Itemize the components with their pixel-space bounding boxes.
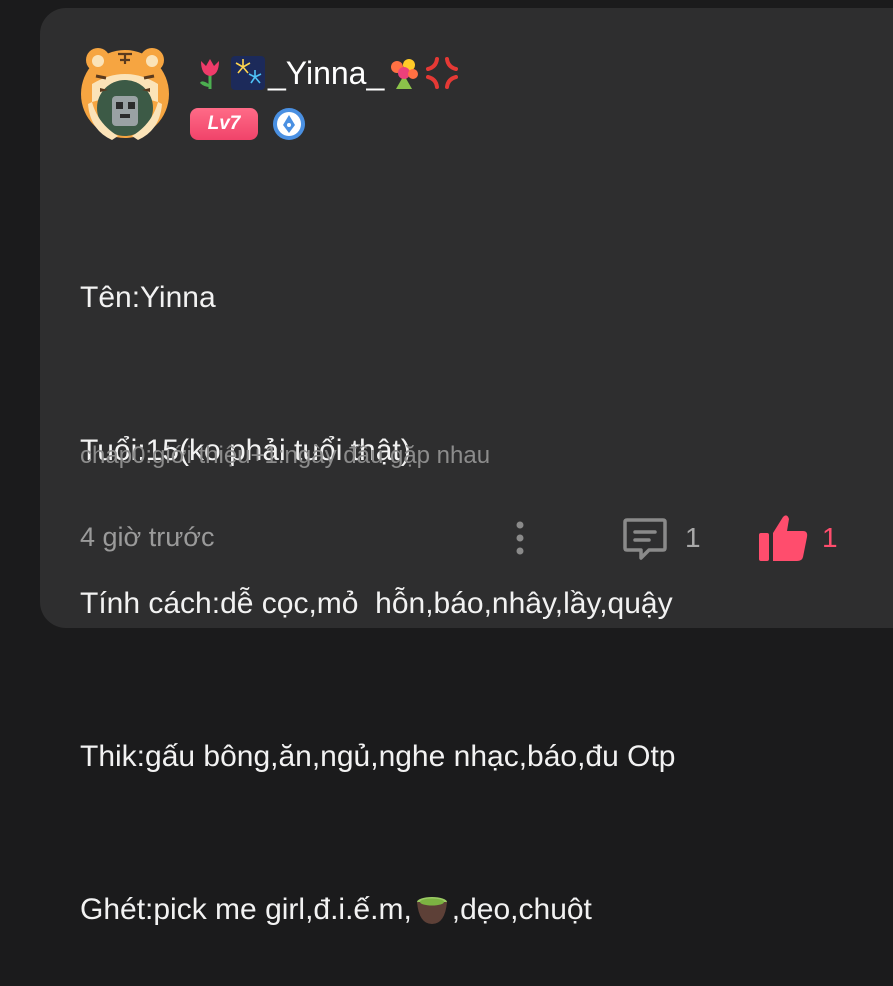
anger-icon — [424, 55, 460, 91]
username-text: _Yinna_ — [268, 54, 385, 91]
level-badge[interactable]: Lv7 — [190, 108, 258, 140]
like-count: 1 — [822, 522, 838, 553]
comment-icon[interactable] — [621, 514, 669, 562]
bouquet-icon — [386, 55, 422, 91]
post-line: Tính cách:dễ cọc,mỏ hỗn,báo,nhây,lầy,quậ… — [80, 587, 673, 620]
pen-badge-icon[interactable] — [272, 107, 306, 141]
more-vertical-icon[interactable] — [512, 518, 528, 558]
post-line-hate: Ghét:pick me girl,đ.i.ế.m, ,dẹo,chuột — [80, 884, 675, 935]
timestamp: 4 giờ trước — [80, 522, 215, 552]
post-body: Tên:Yinna Tuổi:15(ko phải tuổi thật) Tín… — [80, 170, 675, 986]
badges-row: Lv7 — [190, 107, 306, 141]
tulip-icon — [192, 55, 228, 91]
fireworks-icon — [230, 55, 266, 91]
username[interactable]: _Yinna_ — [192, 53, 460, 93]
post-line: Thik:gấu bông,ăn,ngủ,nghe nhạc,báo,đu Ot… — [80, 740, 676, 773]
tea-cup-icon — [414, 892, 450, 928]
chapter-tag[interactable]: chap0:giới thiệu+1:ngày đầu gặp nhau — [80, 442, 490, 470]
comment-count: 1 — [685, 522, 701, 553]
hate-text-start: Ghét:pick me girl,đ.i.ế.m, — [80, 893, 412, 926]
post-line: Tên:Yinna — [80, 281, 216, 314]
thumbs-up-icon[interactable] — [757, 513, 809, 563]
avatar[interactable] — [78, 44, 172, 140]
hate-text-end: ,dẹo,chuột — [451, 893, 592, 926]
